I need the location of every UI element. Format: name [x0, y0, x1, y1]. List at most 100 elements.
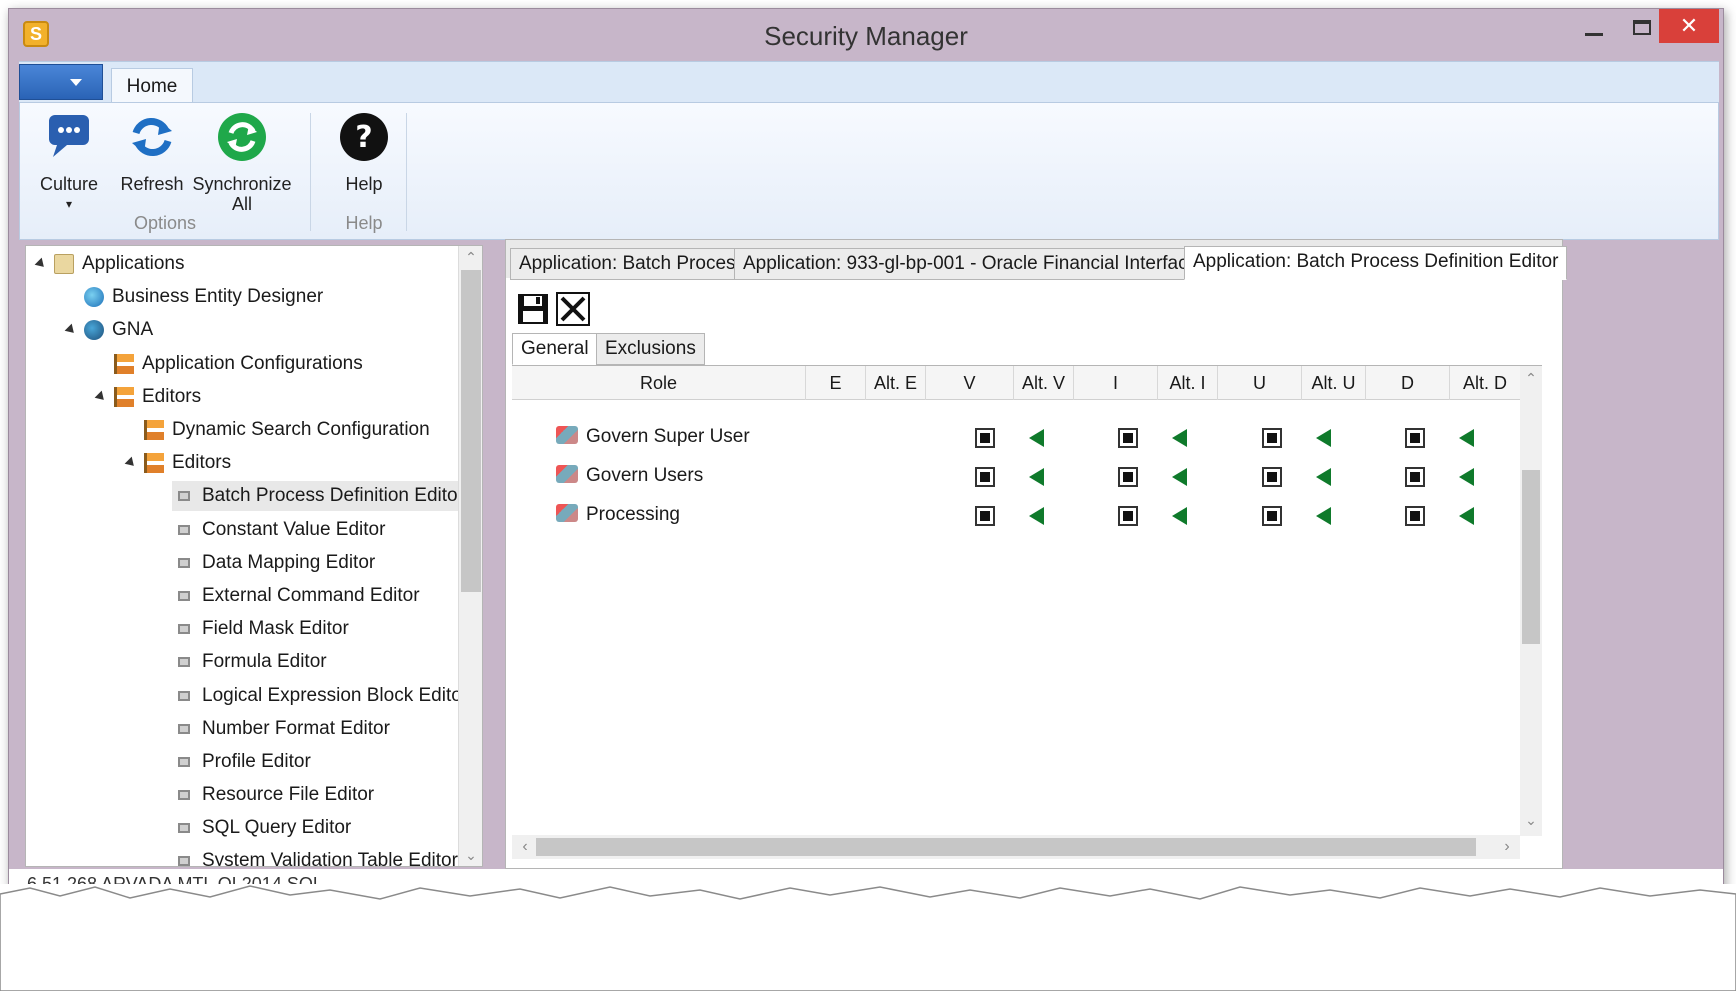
alt-delete-arrow-icon[interactable] — [1459, 507, 1474, 525]
scrollbar-thumb[interactable] — [461, 270, 481, 592]
synchronize-icon — [218, 113, 266, 161]
alt-update-arrow-icon[interactable] — [1316, 468, 1331, 486]
refresh-button[interactable]: Refresh — [110, 111, 194, 194]
collapse-arrow-icon[interactable] — [34, 257, 48, 271]
tree-node-system-validation-table-editor[interactable]: System Validation Table Editor — [178, 846, 458, 866]
collapse-arrow-icon[interactable] — [94, 390, 108, 404]
alt-insert-arrow-icon[interactable] — [1172, 429, 1187, 447]
tree-node-resource-file-editor[interactable]: Resource File Editor — [178, 780, 374, 810]
column-header-alt-i[interactable]: Alt. I — [1158, 366, 1218, 400]
tree-node-business-entity-designer[interactable]: Business Entity Designer — [84, 282, 323, 312]
tab-home[interactable]: Home — [111, 68, 193, 106]
minimize-button[interactable] — [1571, 9, 1617, 43]
tree-node-field-mask-editor[interactable]: Field Mask Editor — [178, 614, 349, 644]
alt-view-arrow-icon[interactable] — [1029, 507, 1044, 525]
tree-node-logical-expression-block-editor[interactable]: Logical Expression Block Editor — [178, 681, 468, 711]
column-header-e[interactable]: E — [806, 366, 866, 400]
delete-checkbox[interactable] — [1405, 428, 1425, 448]
scroll-down-icon[interactable]: ⌄ — [1520, 812, 1542, 832]
save-icon[interactable] — [516, 292, 550, 326]
scrollbar-thumb[interactable] — [1522, 470, 1540, 644]
table-row[interactable]: Govern Users — [512, 457, 1520, 495]
delete-checkbox[interactable] — [1405, 467, 1425, 487]
alt-view-arrow-icon[interactable] — [1029, 468, 1044, 486]
tab-batch-process-definition-editor[interactable]: Application: Batch Process Definition Ed… — [1184, 246, 1568, 280]
tree-node-external-command-editor[interactable]: External Command Editor — [178, 581, 420, 611]
collapse-arrow-icon[interactable] — [124, 456, 138, 470]
grid-vertical-scrollbar[interactable]: ⌃ ⌄ — [1520, 366, 1542, 836]
tree-node-editors[interactable]: Editors — [94, 382, 201, 412]
scroll-right-icon[interactable]: › — [1496, 835, 1518, 859]
tree-node-profile-editor[interactable]: Profile Editor — [178, 747, 311, 777]
tree-node-gna[interactable]: GNA — [64, 315, 153, 345]
tree-node-dynamic-search-configuration[interactable]: Dynamic Search Configuration — [144, 415, 430, 445]
alt-insert-arrow-icon[interactable] — [1172, 507, 1187, 525]
column-header-alt-u[interactable]: Alt. U — [1302, 366, 1366, 400]
tree-node-label: Constant Value Editor — [202, 519, 386, 540]
tree-node-data-mapping-editor[interactable]: Data Mapping Editor — [178, 548, 375, 578]
tree-node-formula-editor[interactable]: Formula Editor — [178, 647, 327, 677]
tree-node-batch-process-definition-editor[interactable]: Batch Process Definition Editor — [172, 481, 464, 511]
culture-chat-icon — [49, 115, 89, 157]
role-icon — [556, 465, 578, 483]
scroll-left-icon[interactable]: ‹ — [514, 835, 536, 859]
table-row[interactable]: Processing — [512, 496, 1520, 534]
tree-node-applications[interactable]: Applications — [34, 249, 184, 279]
insert-checkbox[interactable] — [1118, 506, 1138, 526]
application-tree[interactable]: Applications Business Entity Designer GN… — [25, 245, 483, 867]
tree-node-editors-sub[interactable]: Editors — [124, 448, 231, 478]
alt-delete-arrow-icon[interactable] — [1459, 429, 1474, 447]
alt-view-arrow-icon[interactable] — [1029, 429, 1044, 447]
tree-node-label: Data Mapping Editor — [202, 552, 376, 573]
help-button[interactable]: ? Help — [324, 111, 404, 194]
chevron-down-icon — [70, 79, 82, 86]
culture-button[interactable]: Culture ▾ — [32, 111, 106, 214]
column-header-alt-e[interactable]: Alt. E — [866, 366, 926, 400]
tree-node-constant-value-editor[interactable]: Constant Value Editor — [178, 515, 385, 545]
close-button[interactable]: ✕ — [1659, 9, 1719, 43]
view-checkbox[interactable] — [975, 506, 995, 526]
scroll-down-icon[interactable]: ⌄ — [459, 844, 482, 866]
update-checkbox[interactable] — [1262, 428, 1282, 448]
column-header-d[interactable]: D — [1366, 366, 1450, 400]
column-header-role[interactable]: Role — [512, 366, 806, 400]
delete-checkbox[interactable] — [1405, 506, 1425, 526]
tree-node-label: Dynamic Search Configuration — [172, 419, 430, 440]
alt-update-arrow-icon[interactable] — [1316, 429, 1331, 447]
scroll-up-icon[interactable]: ⌃ — [1520, 370, 1542, 390]
tree-node-application-configurations[interactable]: Application Configurations — [114, 349, 363, 379]
tab-oracle-financial-interface[interactable]: Application: 933-gl-bp-001 - Oracle Fina… — [734, 248, 1208, 280]
column-header-alt-d[interactable]: Alt. D — [1450, 366, 1520, 400]
cancel-icon[interactable] — [556, 292, 590, 326]
view-checkbox[interactable] — [975, 428, 995, 448]
grid-horizontal-scrollbar[interactable]: ‹ › — [512, 835, 1520, 859]
minimize-icon — [1585, 32, 1603, 36]
update-checkbox[interactable] — [1262, 467, 1282, 487]
table-row[interactable]: Govern Super User — [512, 418, 1520, 456]
tree-node-sql-query-editor[interactable]: SQL Query Editor — [178, 813, 351, 843]
column-header-v[interactable]: V — [926, 366, 1014, 400]
application-menu-button[interactable] — [19, 64, 103, 100]
ribbon-divider — [310, 113, 311, 231]
alt-insert-arrow-icon[interactable] — [1172, 468, 1187, 486]
update-checkbox[interactable] — [1262, 506, 1282, 526]
scrollbar-thumb[interactable] — [536, 838, 1476, 856]
tab-exclusions[interactable]: Exclusions — [596, 333, 705, 365]
column-header-alt-v[interactable]: Alt. V — [1014, 366, 1074, 400]
scroll-up-icon[interactable]: ⌃ — [459, 246, 482, 268]
view-checkbox[interactable] — [975, 467, 995, 487]
synchronize-all-button[interactable]: Synchronize All — [190, 111, 294, 214]
tree-node-number-format-editor[interactable]: Number Format Editor — [178, 714, 390, 744]
editor-icon — [178, 656, 190, 667]
close-icon: ✕ — [1679, 13, 1699, 38]
tree-vertical-scrollbar[interactable]: ⌃ ⌄ — [458, 246, 482, 866]
column-header-i[interactable]: I — [1074, 366, 1158, 400]
alt-delete-arrow-icon[interactable] — [1459, 468, 1474, 486]
tab-batch-process[interactable]: Application: Batch Process — [510, 248, 755, 280]
insert-checkbox[interactable] — [1118, 428, 1138, 448]
collapse-arrow-icon[interactable] — [64, 323, 78, 337]
insert-checkbox[interactable] — [1118, 467, 1138, 487]
tab-general[interactable]: General — [512, 333, 598, 365]
alt-update-arrow-icon[interactable] — [1316, 507, 1331, 525]
column-header-u[interactable]: U — [1218, 366, 1302, 400]
